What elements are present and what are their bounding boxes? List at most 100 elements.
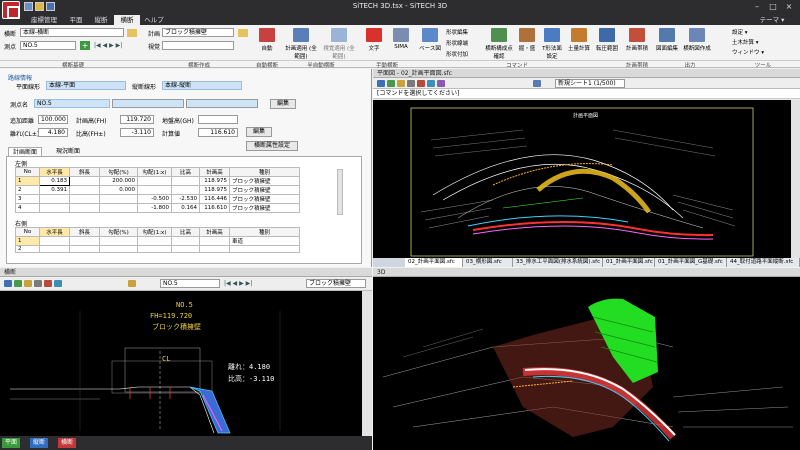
col-header: 比高 <box>171 167 200 177</box>
auto-button[interactable]: 自動 <box>256 28 278 52</box>
text-button[interactable]: 文字 <box>364 28 384 52</box>
select-icon[interactable] <box>4 280 12 287</box>
cross-point-check-button[interactable]: 横断構成点 確認 <box>484 28 514 60</box>
menu-cross-section[interactable]: 横断 <box>114 15 140 25</box>
separation-field[interactable]: 4.180 <box>38 128 68 137</box>
cross-station-select[interactable]: NO.5 <box>160 279 220 288</box>
select-icon[interactable] <box>377 80 385 87</box>
pencil-icon-2[interactable] <box>238 29 248 37</box>
sheet-select[interactable]: 新規シート1 (1/500) <box>555 79 625 88</box>
plan-area-button[interactable]: 計画帯積 <box>624 28 650 52</box>
cross-attribute-button[interactable]: 横断属性設定 <box>246 141 298 151</box>
pan-icon[interactable] <box>397 80 405 87</box>
grid-icon[interactable] <box>54 280 62 287</box>
zoom-icon[interactable] <box>387 80 395 87</box>
cross-canvas[interactable]: NO.5 FH=119.720 ブロック積擁壁 CL 離れ：4.180 比高：-… <box>0 291 362 436</box>
layer-icon[interactable] <box>34 280 42 287</box>
tab-file-3[interactable]: 33_排水工平面図(排水系統図).sfc <box>513 258 603 267</box>
measure-icon[interactable] <box>417 80 425 87</box>
plan-select[interactable]: ブロック積擁壁 <box>162 28 234 37</box>
table-row[interactable]: 2 <box>15 245 300 253</box>
menu-plan[interactable]: 平面 <box>64 15 88 25</box>
add-station-icon[interactable]: + <box>80 41 90 50</box>
tab-plan-section[interactable]: 計画断面 <box>8 147 43 156</box>
table-row[interactable]: 1 車道 <box>15 236 300 246</box>
table-row[interactable]: 1 0.183 200.000 118.975 ブロック積擁壁 <box>15 176 300 186</box>
shape-end-button[interactable]: 形状線端 <box>446 39 488 47</box>
menu-profile[interactable]: 縦断 <box>88 15 114 25</box>
plan-height-field[interactable]: 119.720 <box>120 115 154 124</box>
pencil-icon[interactable] <box>127 29 137 37</box>
base-figure-button[interactable]: ベース図 <box>418 28 442 52</box>
menu-coordinate[interactable]: 座標管理 <box>24 15 64 25</box>
apply-plan-button[interactable]: 計画適用 (全範囲) <box>284 28 318 60</box>
menu-help[interactable]: ヘルプ <box>140 15 168 25</box>
tab-file-6[interactable]: 44_取付道路平面縦断.sfc <box>727 258 800 267</box>
cross-drawing-create-button[interactable]: 横断図作成 <box>682 28 712 52</box>
col-header: 水平長 <box>39 167 70 177</box>
station-extra-field-2[interactable] <box>186 99 258 108</box>
table-row[interactable]: 3 -0.500 -2.530 116.446 ブロック積擁壁 <box>15 194 300 204</box>
ground-height-field[interactable] <box>198 115 238 124</box>
measure-icon[interactable] <box>44 280 52 287</box>
profile-line-field[interactable]: 本線-縦断 <box>162 81 242 90</box>
zoom-icon[interactable] <box>14 280 22 287</box>
volume-calc-button[interactable]: 土量計算 <box>566 28 592 52</box>
plan-line-field[interactable]: 本線-平面 <box>46 81 126 90</box>
right-side-table: No 水平長 斜長 勾配(%) 勾配(1:x) 比高 計画高 種別 1 車道 2 <box>15 227 300 253</box>
station-icon[interactable] <box>128 280 136 287</box>
drawing-edit-button[interactable]: 図面編集 <box>654 28 680 52</box>
table-row[interactable]: 4 -1.800 0.164 116.610 ブロック積擁壁 <box>15 203 300 213</box>
tab-cross-view[interactable]: 横断 <box>58 438 77 448</box>
tab-current-section[interactable]: 現況断面 <box>52 147 84 156</box>
theme-menu[interactable]: テーマ ▾ <box>752 15 792 25</box>
grid-icon[interactable] <box>427 80 435 87</box>
tab-file-2[interactable]: 03_横形図.sfc <box>463 258 513 267</box>
col-header: 計画高 <box>199 167 230 177</box>
table-row[interactable]: 2 0.391 0.000 118.975 ブロック積擁壁 <box>15 185 300 195</box>
cut-fill-button[interactable]: 掘・盛 <box>516 28 538 52</box>
refresh-icon[interactable] <box>533 80 541 87</box>
settings-menu[interactable]: 設定 ▾ <box>732 28 782 36</box>
station-name-field[interactable]: NO.5 <box>34 99 110 108</box>
view3d-canvas[interactable] <box>373 277 800 450</box>
ratio-field[interactable]: -3.110 <box>120 128 154 137</box>
tab-file-5[interactable]: 01_計画平面図_G基礎.sfc <box>655 258 727 267</box>
station-select[interactable]: NO.5 <box>20 41 76 50</box>
calc-value-field[interactable]: 116.610 <box>198 128 238 137</box>
cross-nav-icon[interactable]: |◀ ◀ ▶ ▶| <box>224 280 252 287</box>
plan-canvas[interactable]: 計画平面図 <box>373 100 791 258</box>
left-table-scrollbar[interactable] <box>337 169 343 215</box>
civil-calc-menu[interactable]: 土木計算 ▾ <box>732 38 782 46</box>
cross-type-label: ブロック積擁壁 <box>152 322 201 331</box>
tab-file-4[interactable]: 01_計画平面図.sfc <box>603 258 655 267</box>
cross-select[interactable]: 本線-横断 <box>20 28 124 37</box>
app-logo[interactable] <box>2 1 20 19</box>
apply-view-button[interactable]: 視覚適用 (全範囲) <box>322 28 356 60</box>
plan-scrollbar[interactable] <box>791 100 800 258</box>
print-icon[interactable] <box>437 80 445 87</box>
tab-file-1[interactable]: 02_計画平面図.sfc <box>405 258 463 267</box>
view-select[interactable] <box>162 41 234 50</box>
edit-button-2[interactable]: 編集 <box>246 127 272 137</box>
cross-type-select[interactable]: ブロック積擁壁 <box>306 279 366 288</box>
tab-profile-view[interactable]: 縦断 <box>30 438 49 448</box>
close-icon[interactable]: × <box>782 1 796 13</box>
station-extra-field[interactable] <box>112 99 184 108</box>
minimize-icon[interactable]: – <box>750 1 764 13</box>
layer-icon[interactable] <box>407 80 415 87</box>
cross-scrollbar[interactable] <box>362 291 372 436</box>
t-slope-button[interactable]: T形法面 設定 <box>540 28 564 60</box>
window-title: SiTECH 3D.tsx - SiTECH 3D <box>352 2 448 10</box>
edit-button[interactable]: 編集 <box>270 99 296 109</box>
tab-plan-view[interactable]: 平面 <box>2 438 21 448</box>
maximize-icon[interactable]: □ <box>766 1 780 13</box>
sima-button[interactable]: SIMA <box>390 28 412 50</box>
window-menu[interactable]: ウィンドウ ▾ <box>732 48 782 56</box>
shape-edit-button[interactable]: 形状編集 <box>446 28 488 36</box>
station-nav-icon[interactable]: |◀ ◀ ▶ ▶| <box>94 42 122 49</box>
shape-add-button[interactable]: 形状付加 <box>446 50 488 58</box>
add-dist-field[interactable]: 100.000 <box>38 115 68 124</box>
compaction-range-button[interactable]: 転圧範囲 <box>594 28 620 52</box>
pan-icon[interactable] <box>24 280 32 287</box>
